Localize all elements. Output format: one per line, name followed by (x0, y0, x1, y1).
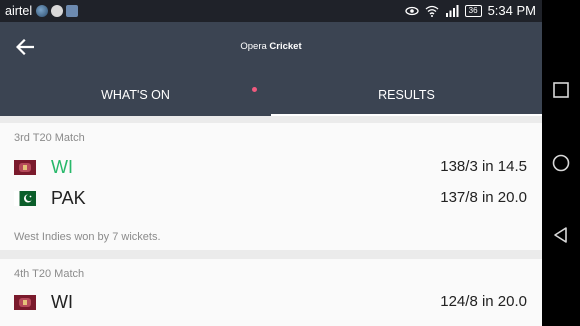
recent-apps-icon[interactable] (551, 80, 571, 100)
system-nav-bar (542, 0, 580, 326)
team-row: WI 138/3 in 14.5 (0, 155, 542, 181)
back-triangle-icon[interactable] (551, 225, 571, 245)
app-notification-icon (36, 5, 48, 17)
team-score: 138/3 in 14.5 (440, 158, 527, 175)
carrier-label: airtel (5, 4, 33, 18)
sync-notification-icon (51, 5, 63, 17)
tab-whats-on[interactable]: WHAT'S ON (0, 72, 271, 116)
tab-bar: WHAT'S ON RESULTS (0, 72, 542, 116)
team-name: WI (51, 292, 73, 312)
team-row: WI 124/8 in 20.0 (0, 290, 542, 316)
app-title: Opera Cricket (0, 41, 542, 52)
system-icons: 36 5:34 PM (405, 3, 536, 18)
notification-icons (36, 5, 78, 17)
app-title-main: Cricket (269, 41, 302, 52)
match-card[interactable]: 4th T20 Match WI 124/8 in 20.0 (0, 259, 542, 326)
signal-icon (445, 4, 459, 17)
west-indies-flag-icon (14, 160, 36, 175)
status-bar: airtel 36 5:34 PM (0, 0, 542, 22)
team-name: PAK (51, 188, 86, 208)
match-label: 3rd T20 Match (14, 132, 85, 144)
image-notification-icon (66, 5, 78, 17)
west-indies-flag-icon (14, 295, 36, 310)
match-result: West Indies won by 7 wickets. (14, 231, 161, 243)
app-title-prefix: Opera (240, 41, 267, 52)
team-score: 124/8 in 20.0 (440, 293, 527, 310)
match-label: 4th T20 Match (14, 268, 85, 280)
team-name: WI (51, 157, 73, 177)
team-score: 137/8 in 20.0 (440, 189, 527, 206)
battery-icon: 36 (464, 4, 482, 17)
clock: 5:34 PM (487, 3, 536, 18)
pakistan-flag-icon (14, 191, 36, 206)
tab-results[interactable]: RESULTS (271, 72, 542, 116)
wifi-icon (425, 5, 439, 17)
team-row: PAK 137/8 in 20.0 (0, 186, 542, 212)
eye-icon (405, 6, 419, 15)
app-bar: Opera Cricket (0, 22, 542, 72)
new-content-indicator (252, 87, 257, 92)
home-icon[interactable] (551, 153, 571, 173)
match-card[interactable]: 3rd T20 Match WI 138/3 in 14.5 PAK 137/8… (0, 123, 542, 250)
app-screen: airtel 36 5:34 PM Opera Cricket WHAT'S O… (0, 0, 542, 326)
